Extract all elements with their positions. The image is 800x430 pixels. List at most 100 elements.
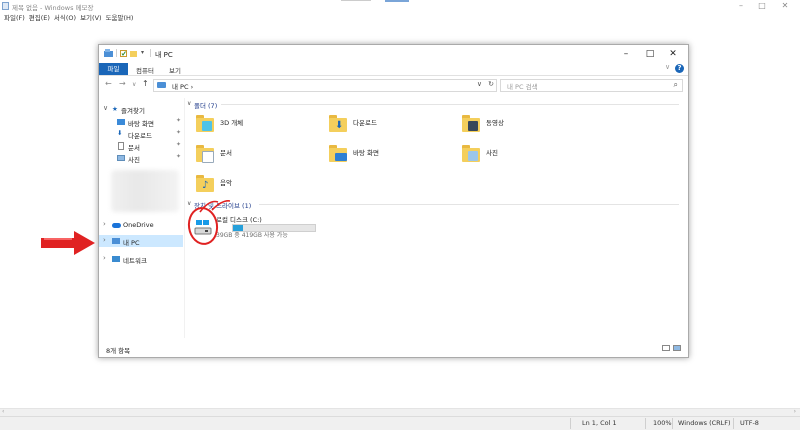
menu-view[interactable]: 보기(V) <box>80 14 101 22</box>
close-icon[interactable]: ✕ <box>776 1 794 11</box>
folder-downloads-icon: ⬇ <box>329 115 349 133</box>
folder-3d-objects[interactable]: 3D 개체 <box>196 112 316 138</box>
pane-divider[interactable] <box>184 98 185 338</box>
group-divider <box>221 104 679 105</box>
nav-item-pictures[interactable]: 사진 ✦ <box>99 152 183 164</box>
quick-access-dropdown-icon[interactable]: ▾ <box>141 49 144 56</box>
scroll-left-icon[interactable]: ‹ <box>2 408 4 415</box>
menu-help[interactable]: 도움말(H) <box>106 14 134 22</box>
menu-file[interactable]: 파일(F) <box>4 14 25 22</box>
expand-chevron-icon[interactable]: › <box>103 236 106 244</box>
folder-label: 사진 <box>486 149 498 157</box>
pin-icon[interactable]: ✦ <box>176 153 181 160</box>
group-divider <box>259 204 679 205</box>
zoom-level: 100% <box>653 419 672 427</box>
title-divider-2: | <box>149 48 152 57</box>
nav-network[interactable]: › 네트워크 <box>99 253 183 265</box>
tab-file[interactable]: 파일 <box>99 63 128 75</box>
folder-label: 문서 <box>220 149 232 157</box>
folder-label: 3D 개체 <box>220 119 244 127</box>
nav-this-pc-label: 내 PC <box>123 239 140 247</box>
pictures-icon <box>117 155 125 161</box>
pc-icon <box>112 238 120 244</box>
folder-documents[interactable]: 문서 <box>196 142 316 168</box>
nav-item-label: 사진 <box>128 156 140 164</box>
tab-view[interactable]: 보기 <box>169 65 181 75</box>
forward-icon[interactable]: → <box>119 79 126 88</box>
folder-videos[interactable]: 동영상 <box>462 112 582 138</box>
search-input[interactable]: 내 PC 검색 <box>507 81 538 91</box>
group-collapse-icon[interactable]: ∨ <box>187 100 191 107</box>
blurred-region <box>111 170 179 212</box>
explorer-titlebar: | ▾ | 내 PC – □ ✕ <box>99 45 688 63</box>
refresh-icon[interactable]: ↻ <box>488 80 494 88</box>
folder-label: 동영상 <box>486 119 504 127</box>
pin-icon[interactable]: ✦ <box>176 141 181 148</box>
drive-c[interactable]: 로컬 디스크 (C:) 39GB 중 419GB 사용 가능 <box>194 216 394 246</box>
folder-downloads[interactable]: ⬇ 다운로드 <box>329 112 449 138</box>
folder-music[interactable]: ♪ 음악 <box>196 172 316 198</box>
nav-onedrive-label: OneDrive <box>123 221 154 229</box>
menu-bar: 파일(F) 편집(E) 서식(O) 보기(V) 도움말(H) <box>0 12 133 22</box>
up-icon[interactable]: ↑ <box>142 79 149 88</box>
address-dropdown-icon[interactable]: ∨ <box>477 80 482 88</box>
ribbon: 파일 컴퓨터 보기 ∨ ? <box>99 63 688 76</box>
folders-header[interactable]: 폴더 (7) <box>194 100 217 110</box>
folder-3d-icon <box>196 115 216 133</box>
search-box[interactable]: 내 PC 검색 ⌕ <box>500 79 683 92</box>
folder-music-icon: ♪ <box>196 175 216 193</box>
explorer-close-icon[interactable]: ✕ <box>662 48 684 60</box>
explorer-title: 내 PC <box>155 51 173 59</box>
explorer-maximize-icon[interactable]: □ <box>639 48 661 60</box>
expand-chevron-icon[interactable]: ∨ <box>103 104 108 112</box>
status-separator <box>733 418 734 429</box>
details-view-icon[interactable] <box>662 345 670 351</box>
status-separator <box>645 418 646 429</box>
folder-label: 바탕 화면 <box>353 149 379 157</box>
pin-icon[interactable]: ✦ <box>176 117 181 124</box>
search-icon: ⌕ <box>673 80 678 89</box>
folder-desktop[interactable]: 바탕 화면 <box>329 142 449 168</box>
nav-item-desktop[interactable]: 바탕 화면 ✦ <box>99 116 183 128</box>
minimize-icon[interactable]: – <box>732 1 750 11</box>
nav-item-downloads[interactable]: ⬇ 다운로드 ✦ <box>99 128 183 140</box>
help-icon[interactable]: ? <box>675 64 684 73</box>
back-icon[interactable]: ← <box>105 79 112 88</box>
title-divider: | <box>115 48 118 57</box>
horizontal-scrollbar[interactable]: ‹ › <box>0 408 800 416</box>
nav-item-documents[interactable]: 문서 ✦ <box>99 140 183 152</box>
maximize-icon[interactable]: □ <box>753 1 771 11</box>
notepad-titlebar: 제목 없음 - Windows 메모장 – □ ✕ <box>0 0 800 12</box>
ribbon-expand-icon[interactable]: ∨ <box>665 63 670 71</box>
folder-desktop-icon <box>329 145 349 163</box>
folder-pictures-icon <box>462 145 482 163</box>
address-bar[interactable]: 내 PC › ∨ ↻ <box>153 79 497 92</box>
network-icon <box>112 256 120 262</box>
nav-item-label: 다운로드 <box>128 132 152 140</box>
expand-chevron-icon[interactable]: › <box>103 220 106 228</box>
address-text: 내 PC › <box>172 83 194 91</box>
status-separator <box>672 418 673 429</box>
folder-pictures[interactable]: 사진 <box>462 142 582 168</box>
group-collapse-icon[interactable]: ∨ <box>187 200 191 207</box>
explorer-status-bar: 8개 항목 <box>99 341 688 355</box>
nav-quick-access-label: 즐겨찾기 <box>121 107 145 115</box>
explorer-window: | ▾ | 내 PC – □ ✕ 파일 컴퓨터 보기 ∨ ? ← → ∨ ↑ 내… <box>98 44 689 358</box>
nav-quick-access[interactable]: ∨ ★ 즐겨찾기 <box>99 103 183 115</box>
expand-chevron-icon[interactable]: › <box>103 254 106 262</box>
tab-computer[interactable]: 컴퓨터 <box>136 65 154 75</box>
explorer-minimize-icon[interactable]: – <box>615 48 637 60</box>
nav-this-pc[interactable]: › 내 PC <box>99 235 183 247</box>
pin-icon[interactable]: ✦ <box>176 129 181 136</box>
menu-edit[interactable]: 편집(E) <box>29 14 50 22</box>
large-icons-view-icon[interactable] <box>673 345 681 351</box>
nav-onedrive[interactable]: › OneDrive <box>99 219 183 231</box>
recent-dropdown-icon[interactable]: ∨ <box>132 81 136 88</box>
properties-icon[interactable] <box>120 50 127 57</box>
new-folder-icon[interactable] <box>130 50 137 57</box>
scroll-right-icon[interactable]: › <box>794 408 796 415</box>
document-icon <box>118 142 124 150</box>
pc-icon <box>157 82 166 88</box>
encoding: UTF-8 <box>740 419 759 427</box>
menu-format[interactable]: 서식(O) <box>54 14 76 22</box>
